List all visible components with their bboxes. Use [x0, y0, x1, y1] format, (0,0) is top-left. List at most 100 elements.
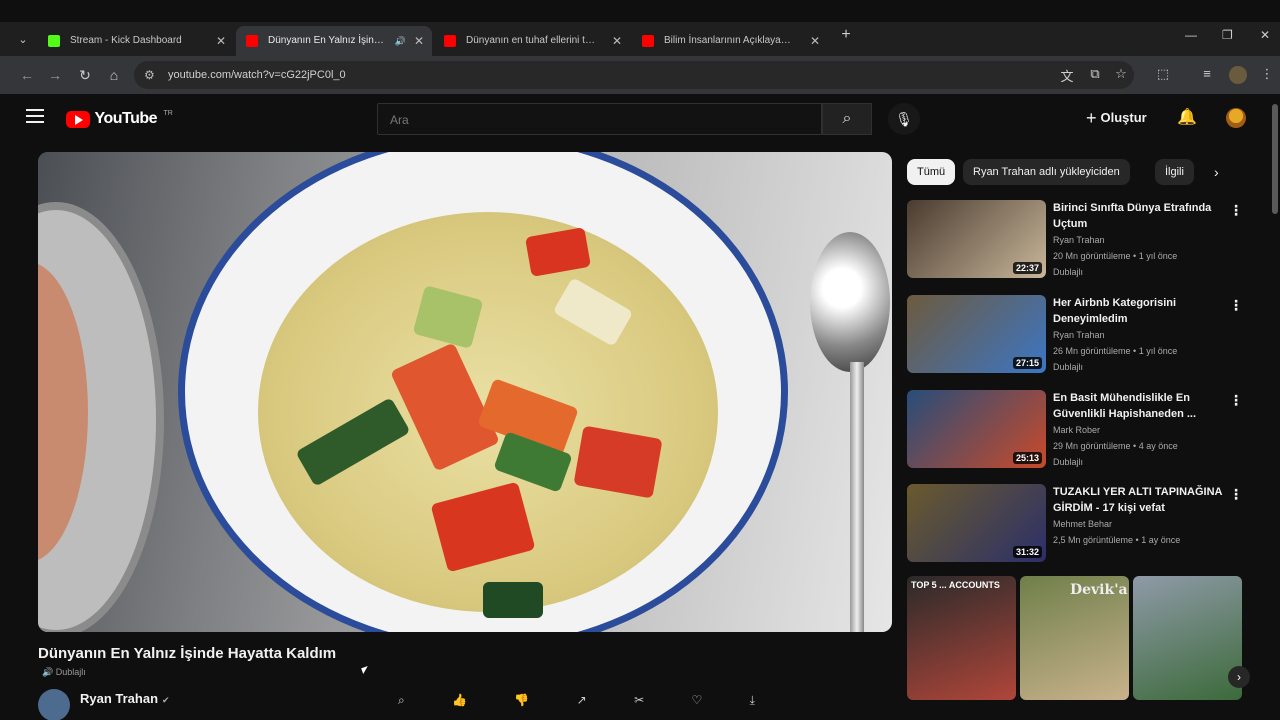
- recommendation-meta: 26 Mn görüntüleme • 1 yıl önce: [1053, 346, 1178, 356]
- recommendation-title[interactable]: Birinci Sınıfta Dünya Etrafında Uçtum: [1053, 200, 1229, 232]
- search-button[interactable]: ⌕: [822, 103, 872, 135]
- short-thumbnail[interactable]: Devik'a: [1020, 576, 1129, 700]
- install-app-icon[interactable]: ⧉: [1086, 66, 1104, 82]
- short-label: TOP 5 ... ACCOUNTS: [911, 580, 1000, 590]
- verified-icon: ✔: [162, 695, 170, 705]
- recommendation-item[interactable]: 31:32 TUZAKLI YER ALTI TAPINAĞINA GİRDİM…: [907, 484, 1252, 566]
- recommendation-item[interactable]: 22:37 Birinci Sınıfta Dünya Etrafında Uç…: [907, 200, 1252, 282]
- recommendation-item[interactable]: 27:15 Her Airbnb Kategorisini Deneyimled…: [907, 295, 1252, 377]
- duration-badge: 27:15: [1012, 357, 1042, 369]
- create-label: Oluştur: [1100, 110, 1147, 125]
- more-options-icon[interactable]: ⋮: [1229, 297, 1243, 314]
- search-input[interactable]: [378, 104, 812, 136]
- browser-tab-bar: ⌄ Stream - Kick Dashboard ✕ Dünyanın En …: [0, 22, 1280, 56]
- short-thumbnail[interactable]: [1133, 576, 1242, 700]
- recommendation-channel[interactable]: Ryan Trahan: [1053, 235, 1105, 245]
- recommendation-item[interactable]: 25:13 En Basit Mühendislikle En Güvenlik…: [907, 390, 1252, 472]
- close-tab-icon[interactable]: ✕: [810, 26, 820, 56]
- tab-title: Dünyanın en tuhaf ellerini test ettim: [466, 35, 598, 46]
- short-label: Devik'a: [1070, 582, 1128, 598]
- forward-icon[interactable]: →: [46, 67, 64, 83]
- more-options-icon[interactable]: ⋮: [1229, 202, 1243, 219]
- clip-icon[interactable]: ✂: [634, 693, 644, 707]
- create-button[interactable]: + Oluştur: [1086, 108, 1147, 129]
- like-icon[interactable]: 👍: [452, 693, 467, 707]
- tab-search-dropdown-icon[interactable]: ⌄: [12, 30, 34, 50]
- dubbed-badge: Dublajlı: [1053, 362, 1084, 372]
- browser-tab-youtube-active[interactable]: Dünyanın En Yalnız İşinde Hayatta Kaldım…: [236, 26, 432, 56]
- close-tab-icon[interactable]: ✕: [414, 26, 424, 56]
- logo-text: YouTube: [94, 110, 158, 127]
- bookmark-star-icon[interactable]: ☆: [1112, 66, 1130, 82]
- country-code: TR: [163, 110, 173, 117]
- video-frame-spoon: [810, 232, 890, 372]
- browser-tab-kick[interactable]: Stream - Kick Dashboard ✕: [38, 26, 234, 56]
- translate-icon[interactable]: 文: [1058, 66, 1076, 85]
- site-info-icon[interactable]: ⚙: [144, 68, 155, 82]
- browser-menu-icon[interactable]: ⋮: [1258, 66, 1276, 82]
- youtube-logo[interactable]: YouTube TR: [66, 110, 173, 128]
- dubbed-badge: Dublajlı: [1053, 457, 1084, 467]
- channel-name[interactable]: Ryan Trahan ✔: [80, 691, 170, 706]
- speaker-icon[interactable]: 🔊: [395, 26, 406, 56]
- video-thumbnail[interactable]: 22:37: [907, 200, 1046, 278]
- browser-tab-youtube-2[interactable]: Dünyanın en tuhaf ellerini test ettim ✕: [434, 26, 630, 56]
- reload-icon[interactable]: ↻: [76, 67, 94, 84]
- extensions-icon[interactable]: ⬚: [1154, 66, 1172, 82]
- search-box[interactable]: [377, 103, 822, 136]
- browser-tab-youtube-3[interactable]: Bilim İnsanlarının Açıklayamadığı ✕: [632, 26, 828, 56]
- video-thumbnail[interactable]: 31:32: [907, 484, 1046, 562]
- page-scrollbar[interactable]: [1272, 104, 1278, 214]
- notifications-bell-icon[interactable]: 🔔: [1177, 107, 1197, 127]
- channel-name-text[interactable]: Ryan Trahan: [80, 691, 158, 706]
- close-tab-icon[interactable]: ✕: [612, 26, 622, 56]
- menu-hamburger-icon[interactable]: [26, 109, 44, 123]
- dislike-icon[interactable]: 👎: [514, 693, 529, 707]
- youtube-favicon-icon: [642, 35, 654, 47]
- video-frame-spoon-handle: [850, 362, 864, 632]
- video-thumbnail[interactable]: 25:13: [907, 390, 1046, 468]
- chip-all[interactable]: Tümü: [907, 159, 956, 185]
- download-icon[interactable]: ⤓: [750, 693, 755, 707]
- tab-title: Stream - Kick Dashboard: [70, 35, 182, 46]
- close-tab-icon[interactable]: ✕: [216, 26, 226, 56]
- window-close-icon[interactable]: ✕: [1260, 28, 1270, 42]
- more-options-icon[interactable]: ⋮: [1229, 486, 1243, 503]
- shorts-next-chevron-icon[interactable]: ›: [1228, 666, 1250, 688]
- url-text[interactable]: youtube.com/watch?v=cG22jPC0l_0: [168, 61, 346, 89]
- voice-search-button[interactable]: 🎙: [888, 103, 920, 135]
- chip-from-uploader[interactable]: Ryan Trahan adlı yükleyiciden: [963, 159, 1130, 185]
- microphone-icon: 🎙: [895, 111, 913, 127]
- video-thumbnail[interactable]: 27:15: [907, 295, 1046, 373]
- recommendation-meta: 20 Mn görüntüleme • 1 yıl önce: [1053, 251, 1178, 261]
- url-bar[interactable]: ⚙ youtube.com/watch?v=cG22jPC0l_0: [134, 61, 1134, 89]
- recommendation-channel[interactable]: Mark Rober: [1053, 425, 1100, 435]
- video-player[interactable]: [38, 152, 892, 632]
- recommendation-title[interactable]: Her Airbnb Kategorisini Deneyimledim: [1053, 295, 1229, 327]
- channel-avatar[interactable]: [38, 689, 70, 720]
- chip-related[interactable]: İlgili: [1155, 159, 1194, 185]
- maximize-icon[interactable]: ❐: [1222, 28, 1233, 42]
- chevron-right-icon[interactable]: ›: [1214, 164, 1219, 180]
- home-icon[interactable]: ⌂: [105, 67, 123, 83]
- duration-badge: 25:13: [1012, 452, 1042, 464]
- account-avatar[interactable]: [1226, 108, 1246, 128]
- recommendation-channel[interactable]: Mehmet Behar: [1053, 519, 1112, 529]
- duration-badge: 31:32: [1012, 546, 1042, 558]
- recommendation-title[interactable]: TUZAKLI YER ALTI TAPINAĞINA GİRDİM - 17 …: [1053, 484, 1229, 516]
- duration-badge: 22:37: [1012, 262, 1042, 274]
- channel-row: Ryan Trahan ✔ ⌕ 👍 👎 ↗ ✂ ♡ ⤓: [38, 687, 898, 720]
- kick-favicon-icon: [48, 35, 60, 47]
- back-icon[interactable]: ←: [18, 67, 36, 83]
- thanks-icon[interactable]: ♡: [691, 693, 702, 707]
- share-icon[interactable]: ↗: [577, 693, 587, 707]
- minimize-icon[interactable]: —: [1185, 28, 1197, 42]
- recommendation-title[interactable]: En Basit Mühendislikle En Güvenlikli Hap…: [1053, 390, 1229, 422]
- new-tab-icon[interactable]: +: [836, 26, 856, 44]
- short-thumbnail[interactable]: TOP 5 ... ACCOUNTS: [907, 576, 1016, 700]
- browser-profile-avatar[interactable]: [1229, 66, 1247, 84]
- media-control-icon[interactable]: ≡: [1198, 66, 1216, 81]
- search-in-video-icon[interactable]: ⌕: [398, 693, 405, 707]
- more-options-icon[interactable]: ⋮: [1229, 392, 1243, 409]
- recommendation-channel[interactable]: Ryan Trahan: [1053, 330, 1105, 340]
